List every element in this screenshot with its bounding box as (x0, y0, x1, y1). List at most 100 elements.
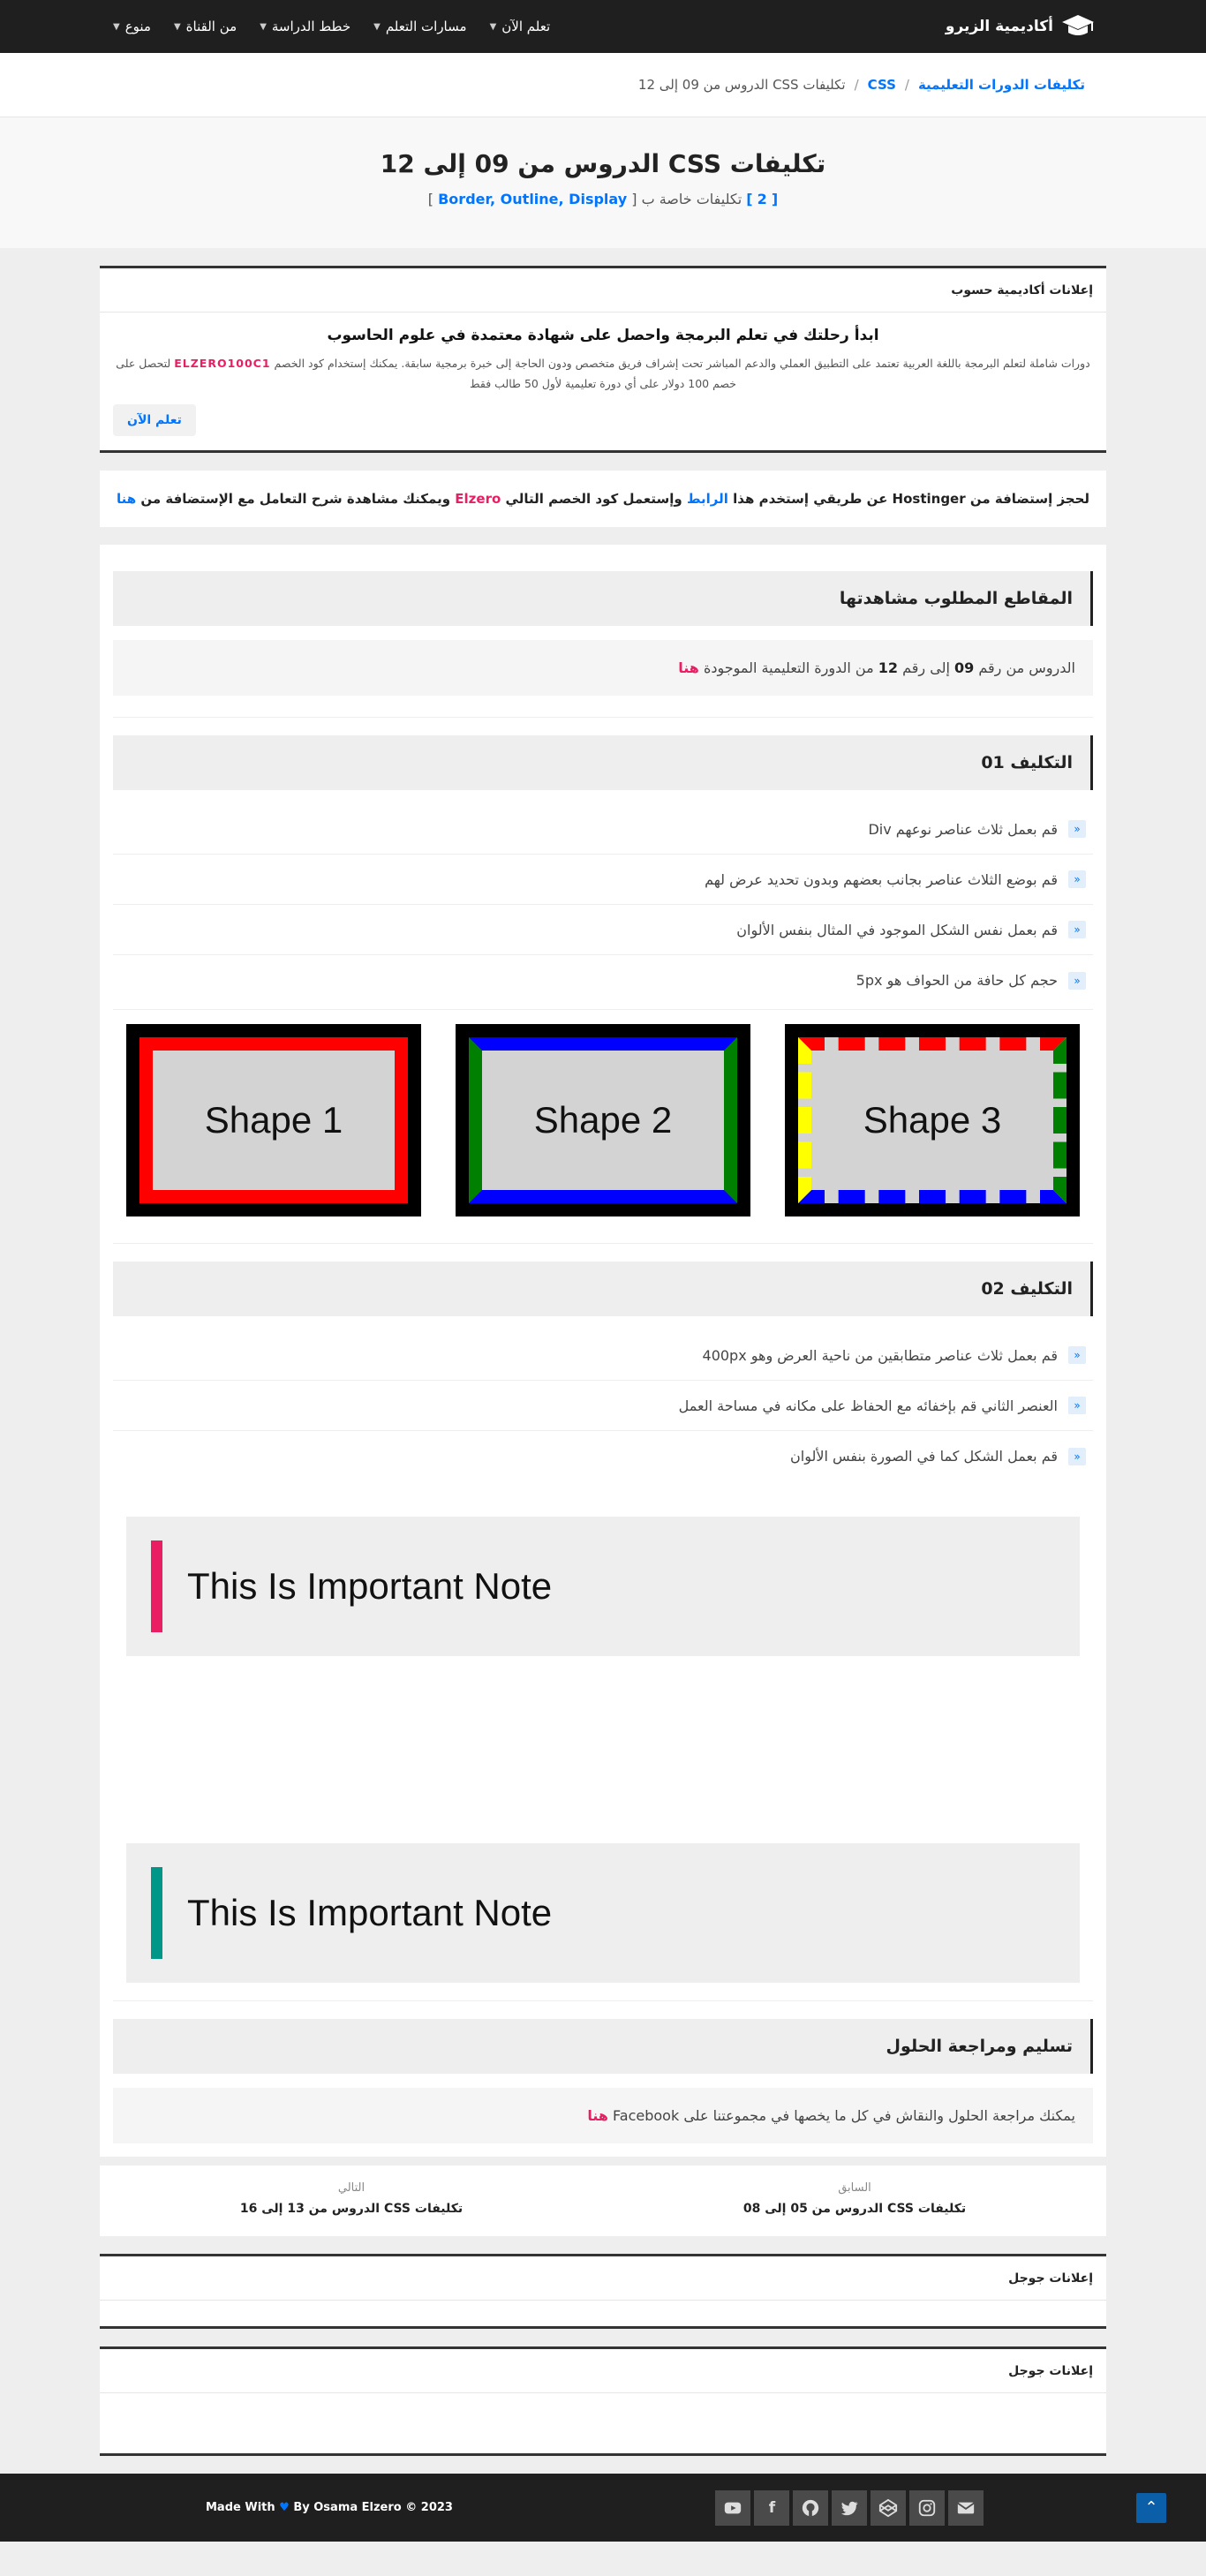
submit-info: يمكنك مراجعة الحلول والنقاش في كل ما يخص… (113, 2088, 1093, 2144)
divider (113, 1243, 1093, 1245)
prev-title: تكليفات CSS الدروس من 05 إلى 08 (742, 2202, 967, 2217)
learn-now-button[interactable]: تعلم الآن (113, 404, 196, 437)
list-item: « العنصر الثاني قم بإخفائه مع الحفاظ على … (113, 1381, 1093, 1432)
nav-item-from-channel[interactable]: من القناة ▼ (174, 19, 237, 34)
subtitle-text: تكليفات خاصة ب [ (631, 191, 742, 207)
site-footer: Made With ♥ By Osama Elzero © 2023 f ⌃ (0, 2474, 1206, 2542)
made-with: Made With (206, 2501, 275, 2515)
hosting-here-link[interactable]: هنا (117, 491, 136, 507)
google-ads-header: إعلانات جوجل (100, 2349, 1106, 2394)
list-item: « قم بعمل ثلاث عناصر نوعهم Div (113, 804, 1093, 855)
hosting-link[interactable]: الرابط (687, 491, 728, 507)
note-text: This Is Important Note (187, 1565, 553, 1608)
nav-item-label: منوع (124, 19, 151, 34)
subtitle-bracket: [ (771, 191, 779, 207)
chevron-down-icon: ▼ (489, 21, 497, 32)
info-text: إلى رقم (902, 659, 950, 677)
nav-item-learn-now[interactable]: تعلم الآن ▼ (490, 19, 551, 34)
page-subtitle: [ 2 ] تكليفات خاصة ب [ Border, Outline, … (0, 191, 1206, 207)
note-box-3: This Is Important Note (126, 1843, 1080, 1984)
graduation-cap-icon (1062, 15, 1094, 35)
breadcrumb-bar: تكليفات الدورات التعليمية / CSS / تكليفا… (0, 53, 1206, 117)
hosting-text: وإستعمل كود الخصم التالي (505, 491, 682, 508)
prev-link[interactable]: السابق تكليفات CSS الدروس من 05 إلى 08 (603, 2165, 1106, 2236)
youtube-icon[interactable] (715, 2489, 751, 2526)
facebook-icon[interactable]: f (754, 2489, 790, 2526)
ad-text: دورات شاملة لتعلم البرمجة باللغة العربية… (113, 353, 1093, 394)
nav-item-label: تعلم الآن (501, 19, 551, 34)
double-angle-icon: « (1068, 820, 1086, 839)
hosting-text: ويمكنك مشاهدة شرح التعامل مع الإستضافة م… (140, 491, 451, 508)
ad-slot (100, 2393, 1106, 2453)
page-title: تكليفات CSS الدروس من 09 إلى 12 (380, 149, 826, 178)
site-logo[interactable]: أكاديمية الزيرو (946, 13, 1096, 40)
author: By Osama Elzero © 2023 (293, 2501, 453, 2515)
facebook-group-link[interactable]: هنا (587, 2107, 608, 2124)
breadcrumb-current: تكليفات CSS الدروس من 09 إلى 12 (637, 77, 846, 93)
scroll-to-top-button[interactable]: ⌃ (1136, 2492, 1166, 2523)
double-angle-icon: « (1068, 921, 1086, 939)
email-icon[interactable] (948, 2489, 984, 2526)
task-text: العنصر الثاني قم بإخفائه مع الحفاظ على م… (678, 1397, 1058, 1414)
hosting-text: لحجز إستضافة من Hostinger عن طريقي إستخد… (733, 491, 1090, 508)
discount-code: ELZERO100C1 (174, 357, 271, 370)
note-accent-bar (151, 1867, 162, 1960)
codepen-icon[interactable] (871, 2489, 907, 2526)
info-text: يمكنك مراجعة الحلول والنقاش في كل ما يخص… (613, 2107, 1075, 2125)
info-text: الدروس من رقم (978, 659, 1075, 677)
breadcrumb-link-root[interactable]: تكليفات الدورات التعليمية (918, 77, 1085, 93)
nav-item-label: من القناة (185, 19, 237, 34)
task-text: حجم كل حافة من الحواف هو 5px (856, 972, 1058, 990)
chevron-down-icon: ▼ (373, 21, 381, 32)
shape-label: Shape 2 (469, 1037, 737, 1204)
ad-body: ابدأ رحلتك في تعلم البرمجة واحصل على شها… (100, 313, 1106, 450)
note-box-1: This Is Important Note (126, 1517, 1080, 1657)
notes-example: This Is Important Note This Is Important… (113, 1481, 1093, 2000)
subtitle-topics: Border, Outline, Display (438, 191, 628, 207)
task-02-list: « قم بعمل ثلاث عناصر متطابقين من ناحية ال… (113, 1330, 1093, 1481)
list-item: « قم بعمل الشكل كما في الصورة بنفس الألوا… (113, 1431, 1093, 1481)
ad-headline: ابدأ رحلتك في تعلم البرمجة واحصل على شها… (327, 327, 879, 344)
task-text: قم بوضع الثلاث عناصر بجانب بعضهم وبدون ت… (705, 870, 1058, 888)
twitter-icon[interactable] (832, 2489, 868, 2526)
list-item: « قم بعمل ثلاث عناصر متطابقين من ناحية ال… (113, 1330, 1093, 1382)
chevron-down-icon: ▼ (173, 21, 181, 32)
videos-info: الدروس من رقم 09 إلى رقم 12 من الدورة ال… (113, 640, 1093, 697)
nav-item-label: خطط الدراسة (271, 19, 351, 34)
double-angle-icon: « (1068, 1346, 1086, 1365)
ad-slot (100, 2301, 1106, 2326)
breadcrumb-separator: / (854, 77, 859, 93)
assignment-pager: السابق تكليفات CSS الدروس من 05 إلى 08 ا… (100, 2165, 1106, 2237)
hidden-note-space (126, 1656, 1080, 1843)
shape-box-2: Shape 2 (456, 1024, 750, 1217)
note-accent-bar (151, 1540, 162, 1633)
nav-item-label: مسارات التعلم (385, 19, 467, 34)
page-hero: تكليفات CSS الدروس من 09 إلى 12 [ 2 ] تك… (0, 117, 1206, 248)
github-icon[interactable] (793, 2489, 829, 2526)
lesson-from: 09 (953, 659, 975, 677)
nav-item-study-plans[interactable]: خطط الدراسة ▼ (260, 19, 350, 34)
task-text: قم بعمل نفس الشكل الموجود في المثال بنفس… (736, 921, 1058, 938)
next-link[interactable]: التالي تكليفات CSS الدروس من 13 إلى 16 (100, 2165, 603, 2236)
task-text: قم بعمل ثلاث عناصر متطابقين من ناحية الع… (702, 1346, 1058, 1364)
assignment-count: 2 (757, 191, 767, 207)
copyright: Made With ♥ By Osama Elzero © 2023 (206, 2501, 453, 2514)
note-text: This Is Important Note (187, 1892, 553, 1934)
nav-item-learning-paths[interactable]: مسارات التعلم ▼ (373, 19, 466, 34)
breadcrumb-link-category[interactable]: CSS (868, 77, 896, 93)
task-01-list: « قم بعمل ثلاث عناصر نوعهم Div « قم بوضع ا… (113, 804, 1093, 1006)
top-navbar: أكاديمية الزيرو تعلم الآن ▼ مسارات التعلم… (0, 0, 1206, 53)
logo-text: أكاديمية الزيرو (945, 18, 1053, 35)
divider (113, 717, 1093, 719)
hosting-code: Elzero (455, 491, 501, 508)
chevron-up-icon: ⌃ (1144, 2498, 1158, 2518)
instagram-icon[interactable] (909, 2489, 946, 2526)
double-angle-icon: « (1068, 1397, 1086, 1415)
google-ads-2: إعلانات جوجل (100, 2346, 1106, 2457)
shape-box-1: Shape 1 (126, 1024, 421, 1217)
section-title-submit: تسليم ومراجعة الحلول (113, 2019, 1093, 2075)
double-angle-icon: « (1068, 870, 1086, 889)
nav-item-misc[interactable]: منوع ▼ (113, 19, 151, 34)
breadcrumb: تكليفات الدورات التعليمية / CSS / تكليفا… (638, 77, 1085, 93)
course-here-link[interactable]: هنا (678, 659, 699, 676)
